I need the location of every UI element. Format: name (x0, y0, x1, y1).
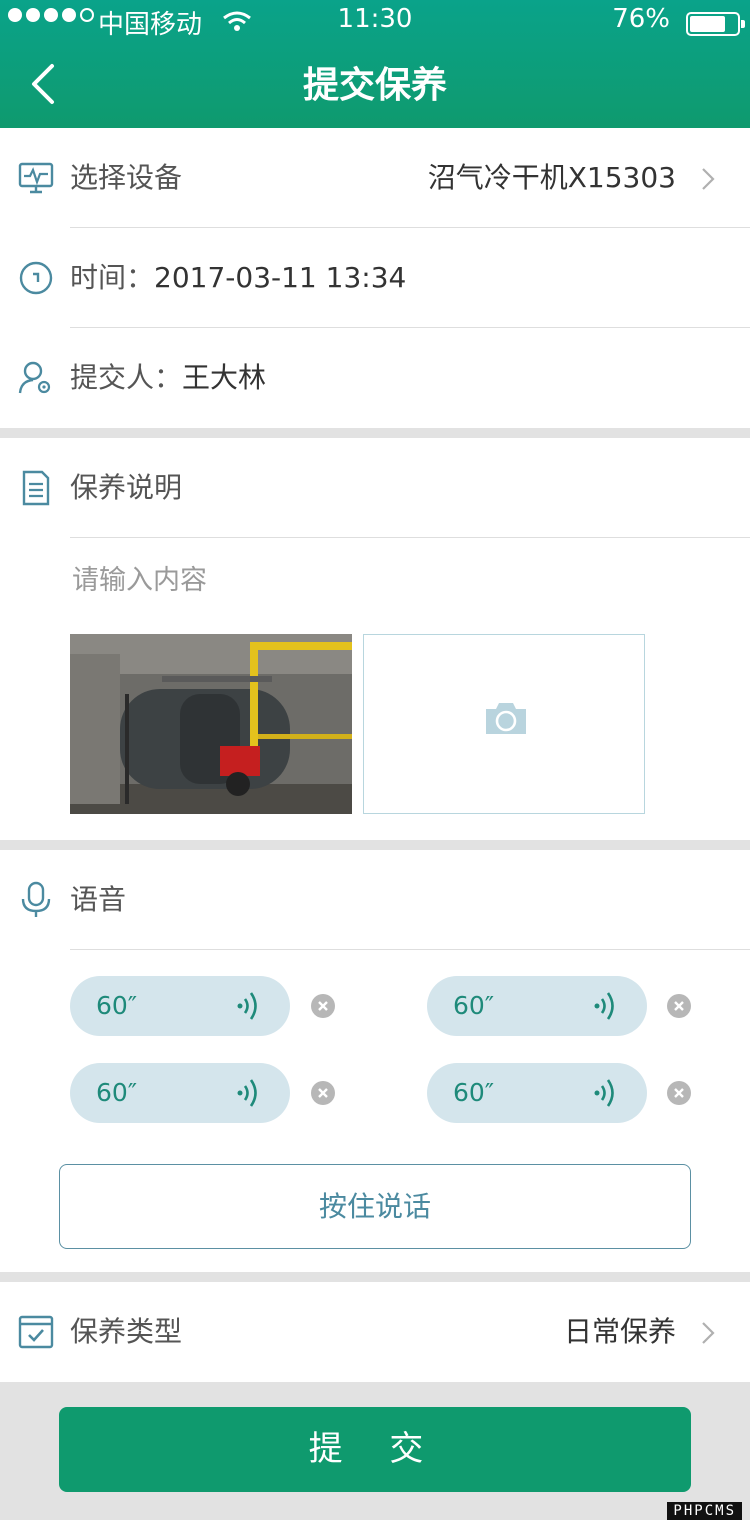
delete-clip-icon[interactable] (311, 994, 335, 1018)
header: 中国移动 11:30 76% 提交保养 (0, 0, 750, 128)
submitter-value: 王大林 (182, 361, 267, 394)
voice-clip[interactable]: 60″ (427, 1063, 647, 1123)
document-icon (22, 470, 50, 506)
voice-clip[interactable]: 60″ (427, 976, 647, 1036)
delete-clip-icon[interactable] (667, 994, 691, 1018)
attached-photo-thumbnail[interactable] (70, 634, 352, 814)
sound-wave-icon (237, 992, 257, 1020)
calendar-check-icon (18, 1315, 54, 1349)
description-input[interactable]: 请输入内容 (72, 558, 207, 597)
type-label: 保养类型 (70, 1315, 183, 1348)
delete-clip-icon[interactable] (667, 1081, 691, 1105)
microphone-icon (21, 881, 51, 917)
description-label: 保养说明 (70, 471, 183, 504)
type-value: 日常保养 (563, 1315, 676, 1348)
sound-wave-icon (237, 1079, 257, 1107)
description-header: 保养说明 (0, 438, 750, 538)
chevron-right-icon (702, 1322, 715, 1344)
divider (70, 537, 750, 538)
status-bar: 中国移动 11:30 76% (0, 0, 750, 44)
device-label: 选择设备 (70, 161, 183, 194)
monitor-pulse-icon (18, 162, 54, 194)
device-value: 沼气冷干机X15303 (427, 161, 676, 194)
submit-button[interactable]: 提 交 (59, 1407, 691, 1492)
description-panel: 保养说明 请输入内容 (0, 438, 750, 840)
battery-percent: 76% (612, 4, 670, 34)
add-photo-button[interactable] (363, 634, 645, 814)
maintenance-type-row[interactable]: 保养类型 日常保养 (0, 1282, 750, 1382)
divider (70, 949, 750, 950)
time-value: 2017-03-11 13:34 (154, 261, 407, 294)
chevron-right-icon (702, 168, 715, 190)
voice-panel: 语音 60″ 60″ 60″ 60″ 按住说话 (0, 850, 750, 1272)
page-title: 提交保养 (302, 65, 447, 106)
voice-clip[interactable]: 60″ (70, 1063, 290, 1123)
submitter-label: 提交人：王大林 (70, 361, 267, 394)
watermark: PHPCMS (667, 1502, 742, 1520)
delete-clip-icon[interactable] (311, 1081, 335, 1105)
voice-label: 语音 (70, 883, 127, 916)
time-row: 时间：2017-03-11 13:34 (0, 228, 750, 328)
clock-icon (19, 261, 53, 295)
user-gear-icon (18, 361, 51, 394)
submitter-row: 提交人：王大林 (0, 328, 750, 428)
type-panel: 保养类型 日常保养 (0, 1282, 750, 1382)
hold-to-talk-button[interactable]: 按住说话 (59, 1164, 691, 1249)
voice-header: 语音 (0, 850, 750, 950)
camera-icon (486, 703, 526, 734)
battery-icon (686, 12, 745, 36)
sound-wave-icon (594, 992, 614, 1020)
time-label: 时间：2017-03-11 13:34 (70, 261, 407, 294)
select-device-row[interactable]: 选择设备 沼气冷干机X15303 (0, 128, 750, 228)
info-panel: 选择设备 沼气冷干机X15303 时间：2017-03-11 13:34 提交人… (0, 128, 750, 428)
sound-wave-icon (594, 1079, 614, 1107)
voice-clip[interactable]: 60″ (70, 976, 290, 1036)
